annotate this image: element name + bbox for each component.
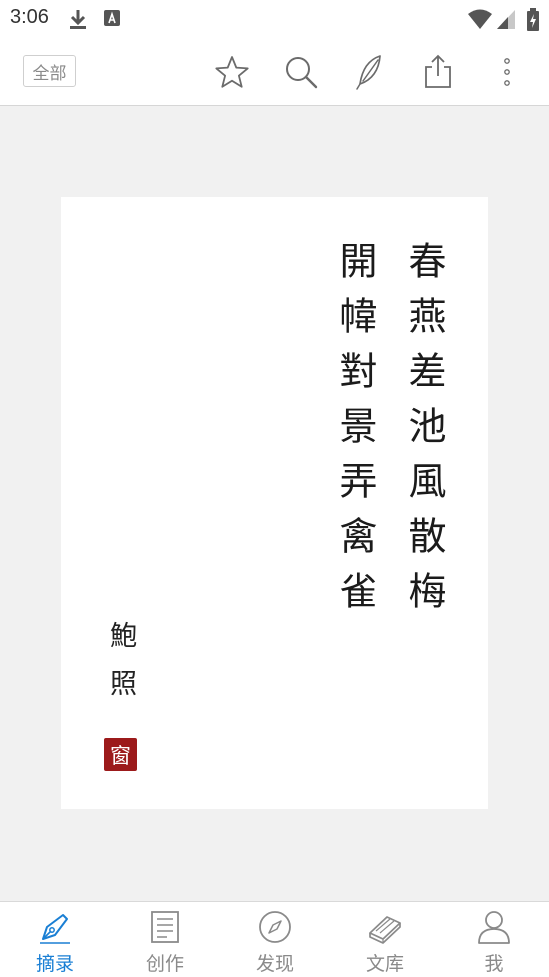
nav-tab-excerpt[interactable]: 摘录 — [0, 902, 110, 977]
feather-pen-icon[interactable] — [349, 52, 389, 92]
share-icon[interactable] — [418, 52, 458, 92]
nav-tab-library[interactable]: 文库 — [330, 902, 440, 977]
download-icon — [68, 8, 88, 34]
wifi-icon — [467, 8, 493, 34]
cellular-signal-icon — [496, 8, 516, 34]
more-options-icon[interactable] — [487, 52, 527, 92]
search-icon[interactable] — [281, 52, 321, 92]
nav-tab-discover[interactable]: 发现 — [220, 902, 330, 977]
top-toolbar: 全部 — [0, 38, 549, 106]
seal-stamp: 窗 — [104, 738, 137, 771]
fountain-pen-icon — [40, 914, 70, 944]
nav-tab-create[interactable]: 创作 — [110, 902, 220, 977]
battery-charging-icon — [526, 8, 540, 36]
nav-tab-me[interactable]: 我 — [439, 902, 549, 977]
poem-line-2: 開幃對景弄禽雀 — [333, 241, 377, 626]
poem-author: 鮑照 — [105, 621, 136, 717]
nav-label-discover: 发现 — [255, 953, 294, 975]
poem-card[interactable]: 春燕差池風散梅 開幃對景弄禽雀 鮑照 窗 — [61, 197, 488, 809]
bottom-navigation: 摘录 创作 发现 文库 我 — [0, 901, 549, 977]
nav-label-create: 创作 — [145, 953, 184, 975]
books-icon — [369, 916, 401, 944]
nav-label-excerpt: 摘录 — [35, 953, 74, 975]
nav-label-library: 文库 — [365, 953, 404, 975]
status-time: 3:06 — [10, 6, 49, 28]
document-icon — [151, 911, 179, 943]
star-icon[interactable] — [212, 52, 252, 92]
status-bar: 3:06 — [0, 0, 549, 38]
filter-all-button[interactable]: 全部 — [23, 55, 76, 87]
nav-label-me: 我 — [484, 953, 504, 975]
person-icon — [478, 911, 510, 944]
app-notification-icon — [102, 8, 122, 32]
compass-icon — [259, 911, 291, 943]
poem-line-1: 春燕差池風散梅 — [402, 241, 446, 626]
